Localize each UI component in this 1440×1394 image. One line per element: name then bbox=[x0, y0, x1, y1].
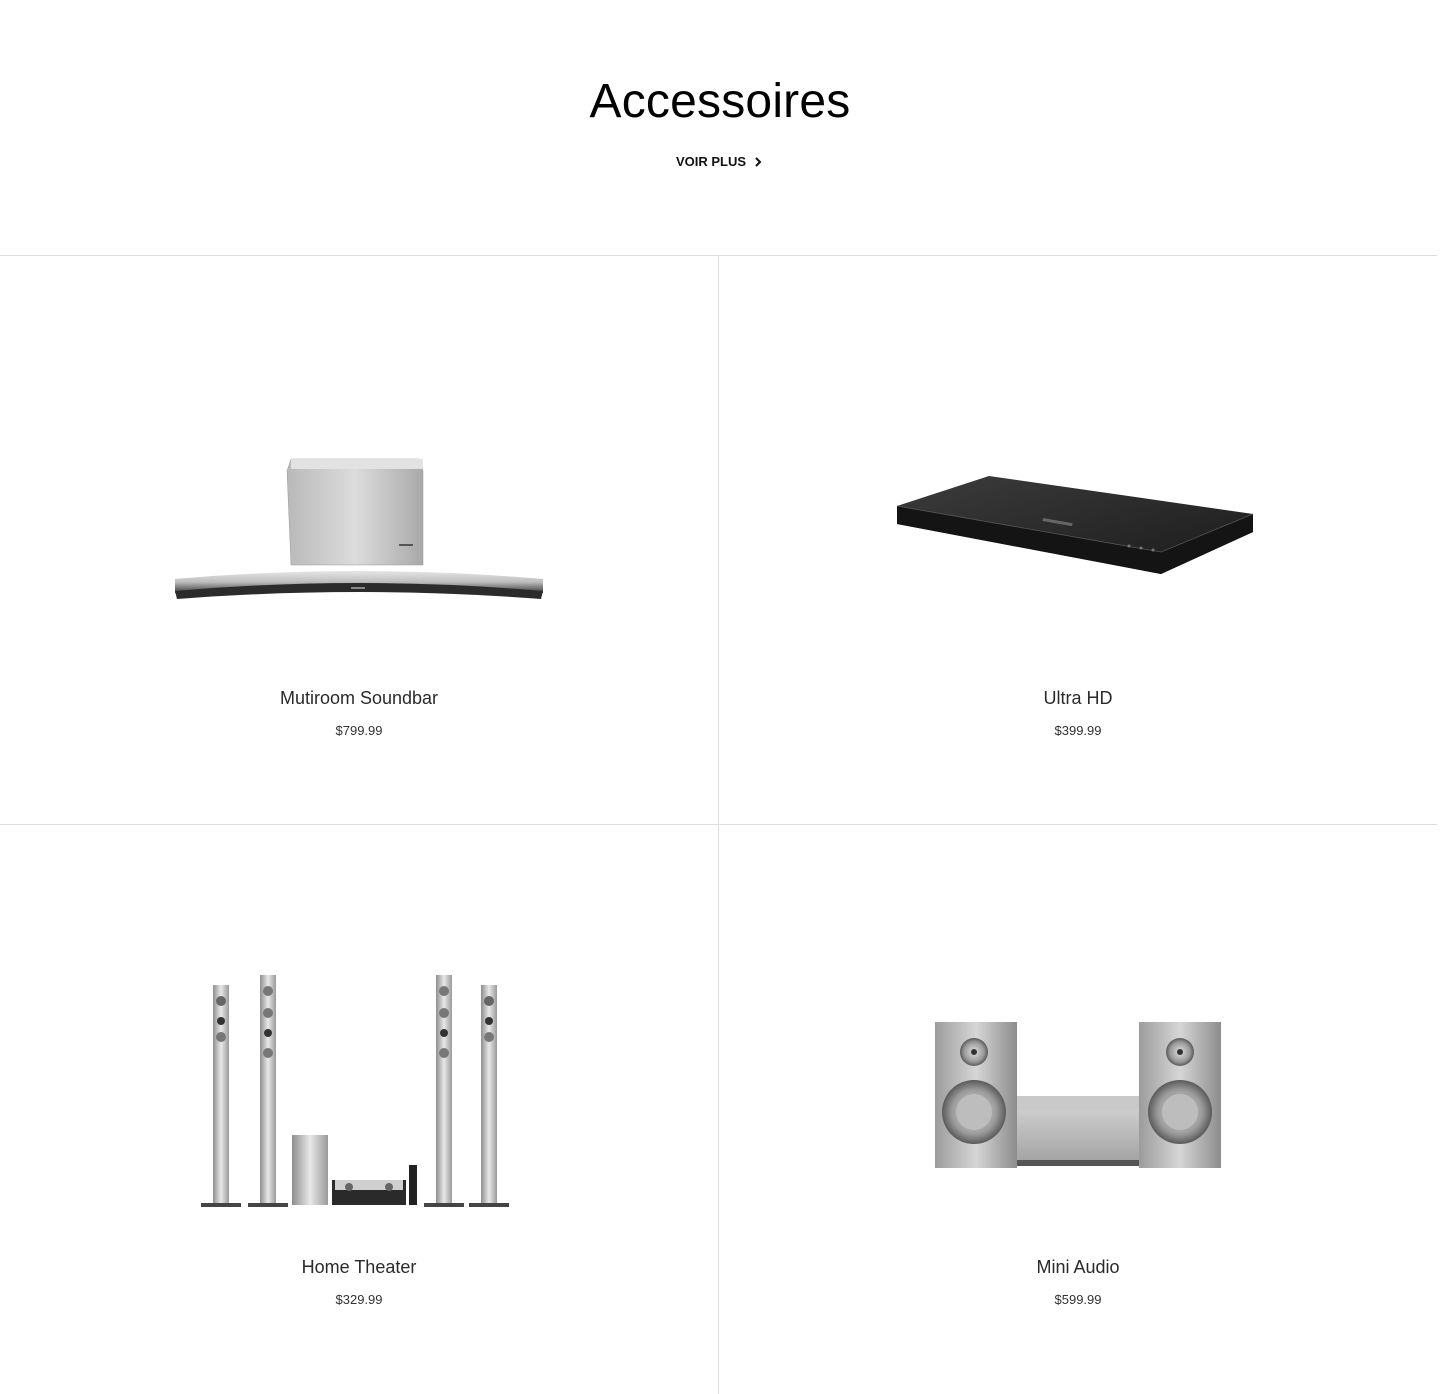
bluray-player-image bbox=[896, 476, 1254, 574]
product-price: $599.99 bbox=[1054, 1292, 1102, 1307]
product-card[interactable]: Home Theater $329.99 bbox=[0, 825, 719, 1394]
product-name[interactable]: Ultra HD bbox=[719, 688, 1437, 709]
product-price: $329.99 bbox=[335, 1292, 383, 1307]
mini-audio-image bbox=[935, 1022, 1221, 1168]
chevron-right-icon bbox=[755, 156, 762, 167]
product-price: $799.99 bbox=[335, 723, 383, 738]
product-name[interactable]: Mini Audio bbox=[719, 1257, 1437, 1278]
product-name[interactable]: Mutiroom Soundbar bbox=[0, 688, 718, 709]
home-theater-image bbox=[201, 975, 509, 1207]
product-image[interactable] bbox=[0, 356, 718, 696]
page-title: Accessoires bbox=[589, 75, 851, 128]
product-grid: Mutiroom Soundbar $799.99 Ultra HD $399.… bbox=[0, 255, 1437, 1394]
product-price: $399.99 bbox=[1054, 723, 1102, 738]
soundbar-image bbox=[175, 458, 543, 599]
see-more-link[interactable]: VOIR PLUS bbox=[0, 154, 1440, 169]
product-card[interactable]: Ultra HD $399.99 bbox=[719, 256, 1437, 825]
product-image[interactable] bbox=[0, 925, 718, 1265]
product-card[interactable]: Mutiroom Soundbar $799.99 bbox=[0, 256, 719, 825]
product-card[interactable]: Mini Audio $599.99 bbox=[719, 825, 1437, 1394]
section-header: Accessoires VOIR PLUS bbox=[0, 0, 1440, 255]
see-more-label: VOIR PLUS bbox=[675, 154, 747, 169]
product-image[interactable] bbox=[719, 356, 1437, 696]
product-image[interactable] bbox=[719, 925, 1437, 1265]
product-name[interactable]: Home Theater bbox=[0, 1257, 718, 1278]
